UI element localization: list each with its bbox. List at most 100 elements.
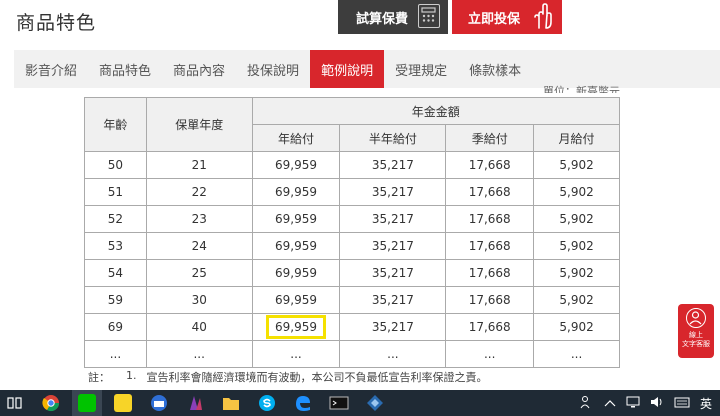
online-chat-widget[interactable]: 線上 文字客服 xyxy=(678,304,714,358)
footnote: 註： 1. 宣告利率會隨經濟環境而有波動，本公司不負最低宣告利率保證之責。 xyxy=(88,369,488,385)
cell-age: 69 xyxy=(84,313,147,341)
cell-age: 50 xyxy=(84,151,147,179)
chat-label-2: 文字客服 xyxy=(682,340,710,348)
cell-semiannual: 35,217 xyxy=(339,178,447,206)
header-age: 年齡 xyxy=(84,97,147,152)
tab-rules[interactable]: 受理規定 xyxy=(384,50,458,88)
calculator-icon xyxy=(418,4,440,28)
cell-semiannual: 35,217 xyxy=(339,205,447,233)
cell-age: 59 xyxy=(84,286,147,314)
cell-quarterly: ... xyxy=(445,340,535,368)
example-table: 年齡 保單年度 年金金額 年給付 半年給付 季給付 月給付 50 21 69,959… xyxy=(84,97,621,368)
cell-policy-year: 23 xyxy=(145,205,253,233)
cell-annual: 69,959 xyxy=(251,259,341,287)
cell-policy-year: 30 xyxy=(145,286,253,314)
header-annual: 年給付 xyxy=(251,124,341,152)
cell-policy-year: ... xyxy=(145,340,253,368)
cell-semiannual: 35,217 xyxy=(339,286,447,314)
table-row: .................. xyxy=(84,340,620,368)
line-icon[interactable] xyxy=(72,390,102,416)
cell-monthly: ... xyxy=(533,340,620,368)
cell-annual: 69,959 xyxy=(251,286,341,314)
chat-label-1: 線上 xyxy=(689,331,703,339)
browser-icon[interactable] xyxy=(144,390,174,416)
cell-annual: 69,959 xyxy=(251,205,341,233)
windows-taskbar: 英 xyxy=(0,390,720,416)
cell-policy-year: 22 xyxy=(145,178,253,206)
cell-quarterly: 17,668 xyxy=(445,205,535,233)
apply-now-label: 立即投保 xyxy=(468,11,521,27)
system-tray: 英 xyxy=(580,390,720,416)
cell-policy-year: 21 xyxy=(145,151,253,179)
cell-age: 52 xyxy=(84,205,147,233)
table-row: 52 23 69,959 35,217 17,668 5,902 xyxy=(84,205,620,233)
hand-pointer-icon xyxy=(532,2,554,30)
skype-icon[interactable] xyxy=(252,390,282,416)
cell-policy-year: 40 xyxy=(145,313,253,341)
table-row: 59 30 69,959 35,217 17,668 5,902 xyxy=(84,286,620,314)
calc-premium-label: 試算保費 xyxy=(356,11,409,27)
footnote-text: 宣告利率會隨經濟環境而有波動，本公司不負最低宣告利率保證之責。 xyxy=(146,371,488,384)
cell-quarterly: 17,668 xyxy=(445,151,535,179)
app-icon[interactable] xyxy=(360,390,390,416)
terminal-icon[interactable] xyxy=(324,390,354,416)
tab-clause-sample[interactable]: 條款樣本 xyxy=(458,50,532,88)
cell-annual: 69,959 xyxy=(251,178,341,206)
cell-monthly: 5,902 xyxy=(533,151,620,179)
cell-annual: ... xyxy=(251,340,341,368)
edge-icon[interactable] xyxy=(288,390,318,416)
calc-premium-button[interactable]: 試算保費 xyxy=(338,0,448,34)
tab-video-intro[interactable]: 影音介紹 xyxy=(14,50,88,88)
header-monthly: 月給付 xyxy=(533,124,620,152)
cell-age: ... xyxy=(84,340,147,368)
cell-monthly: 5,902 xyxy=(533,178,620,206)
header: 商品特色 試算保費 立即投保 xyxy=(0,0,720,48)
tab-example[interactable]: 範例說明 xyxy=(310,50,385,88)
tab-features[interactable]: 商品特色 xyxy=(88,50,162,88)
cell-age: 51 xyxy=(84,178,147,206)
file-explorer-icon[interactable] xyxy=(216,390,246,416)
cell-monthly: 5,902 xyxy=(533,232,620,260)
cell-semiannual: 35,217 xyxy=(339,259,447,287)
table-row: 69 40 69,959 35,217 17,668 5,902 xyxy=(84,313,620,341)
cell-monthly: 5,902 xyxy=(533,259,620,287)
cell-quarterly: 17,668 xyxy=(445,178,535,206)
header-quarterly: 季給付 xyxy=(445,124,535,152)
cell-age: 54 xyxy=(84,259,147,287)
cell-semiannual: 35,217 xyxy=(339,232,447,260)
unit-label: 單位：新臺幣元 xyxy=(543,85,620,93)
sticky-notes-icon[interactable] xyxy=(108,390,138,416)
cell-age: 53 xyxy=(84,232,147,260)
page-title: 商品特色 xyxy=(16,12,97,34)
input-language[interactable]: 英 xyxy=(700,395,712,412)
highlighted-value: 69,959 xyxy=(266,315,327,339)
cell-quarterly: 17,668 xyxy=(445,259,535,287)
page: 商品特色 試算保費 立即投保 影音介紹 商品特色 商品內容 投保說明 範例說明 … xyxy=(0,0,720,416)
footnote-label: 註： xyxy=(88,371,110,384)
header-semiannual: 半年給付 xyxy=(339,124,447,152)
chrome-icon[interactable] xyxy=(36,390,66,416)
network-icon[interactable] xyxy=(626,396,640,411)
cell-monthly: 5,902 xyxy=(533,205,620,233)
cell-policy-year: 24 xyxy=(145,232,253,260)
cell-annual: 69,959 xyxy=(251,313,341,341)
volume-icon[interactable] xyxy=(650,396,664,411)
chevron-up-icon[interactable] xyxy=(604,396,616,410)
tab-content[interactable]: 商品內容 xyxy=(162,50,236,88)
cell-annual: 69,959 xyxy=(251,232,341,260)
apply-now-button[interactable]: 立即投保 xyxy=(452,0,562,34)
tab-insure-instructions[interactable]: 投保說明 xyxy=(236,50,310,88)
table-row: 50 21 69,959 35,217 17,668 5,902 xyxy=(84,151,620,179)
cell-quarterly: 17,668 xyxy=(445,232,535,260)
customer-service-icon xyxy=(686,308,706,328)
header-policy-year: 保單年度 xyxy=(145,97,253,152)
cell-annual: 69,959 xyxy=(251,151,341,179)
footnote-number: 1. xyxy=(126,369,137,382)
people-icon[interactable] xyxy=(580,395,594,412)
table-row: 54 25 69,959 35,217 17,668 5,902 xyxy=(84,259,620,287)
task-view-icon[interactable] xyxy=(0,390,30,416)
keyboard-icon[interactable] xyxy=(674,396,690,411)
paint-icon[interactable] xyxy=(180,390,210,416)
cell-quarterly: 17,668 xyxy=(445,313,535,341)
cell-semiannual: 35,217 xyxy=(339,313,447,341)
